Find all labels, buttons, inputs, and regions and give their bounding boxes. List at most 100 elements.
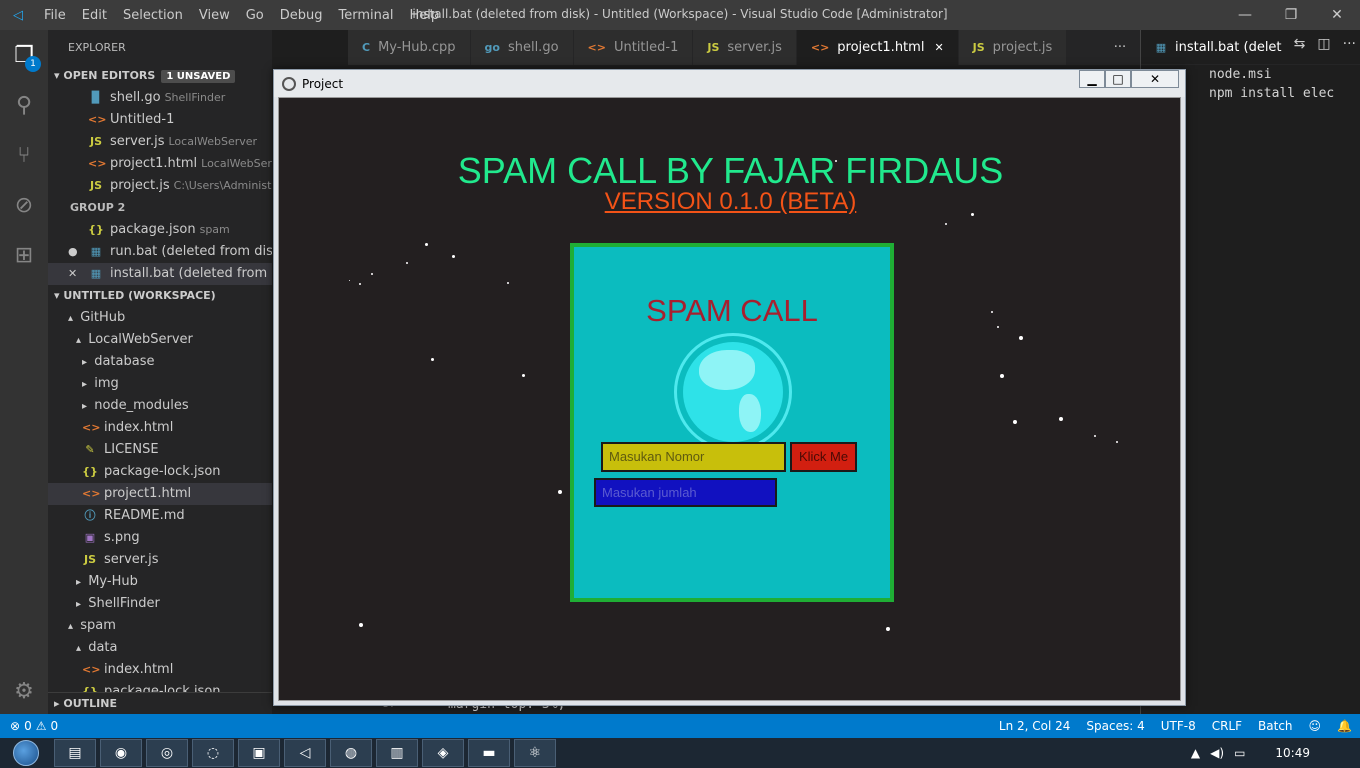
klick-me-button[interactable]: Klick Me [790,442,857,472]
app-icon-2[interactable]: ▣ [238,739,280,767]
tree-item[interactable]: ▸ My-Hub [48,571,272,593]
file-explorer-icon[interactable]: ▤ [54,739,96,767]
minimize-icon[interactable]: ▁ [1079,70,1105,88]
eol[interactable]: CRLF [1212,719,1242,733]
menu-item[interactable]: Debug [272,8,331,23]
file-bat-icon: ▦ [90,267,102,280]
feedback-icon[interactable]: ☺ [1309,719,1322,733]
minimize-icon[interactable]: — [1222,0,1268,30]
menu-item[interactable]: Go [238,8,272,23]
tree-item[interactable]: <> index.html [48,417,272,439]
maximize-icon[interactable]: □ [1105,70,1131,88]
volume-icon[interactable]: ◀) [1210,746,1224,760]
tree-item[interactable]: ▸ database [48,351,272,373]
indentation[interactable]: Spaces: 4 [1086,719,1144,733]
close-icon[interactable]: ✕ [1131,70,1179,88]
file-row[interactable]: ▦run.bat (deleted from disk)sp● [48,241,272,263]
menu-item[interactable]: Selection [115,8,191,23]
file-row[interactable]: <>project1.htmlLocalWebServer [48,153,272,175]
vscode-taskbar-icon[interactable]: ◁ [284,739,326,767]
outline-header[interactable]: ▸ OUTLINE [48,692,272,714]
chrome-icon[interactable]: ◎ [146,739,188,767]
electron-icon[interactable]: ⚛ [514,739,556,767]
file-row[interactable]: JS project.jsC:\Users\Administrator [48,175,272,197]
menu-item[interactable]: Terminal [331,8,402,23]
error-icon: ⊗ [10,719,21,733]
file-row[interactable]: <> Untitled-1 [48,109,272,131]
source-control-icon[interactable]: ⑂ [0,130,48,180]
tree-item[interactable]: ▣ s.png [48,527,272,549]
tree-item[interactable]: ▸ ShellFinder [48,593,272,615]
file-tree: ▴ GitHub ▴ LocalWebServer ▸ database ▸ img ▸… [48,307,272,703]
cmd-icon[interactable]: ▬ [468,739,510,767]
file-row[interactable]: ▉ shell.go ShellFinder [48,87,272,109]
menu-item[interactable]: Help [401,8,447,23]
amount-input[interactable]: Masukan jumlah [594,478,777,507]
tree-item[interactable]: ▴ spam [48,615,272,637]
editor-tab[interactable]: C My-Hub.cpp [348,30,471,65]
encoding[interactable]: UTF-8 [1161,719,1196,733]
tree-item[interactable]: ▸ img [48,373,272,395]
tree-item-label: database [94,354,155,369]
more-icon[interactable]: ··· [1343,36,1356,52]
tree-item[interactable]: ▸ node_modules [48,395,272,417]
app-icon-1[interactable]: ◌ [192,739,234,767]
menu-item[interactable]: View [191,8,238,23]
app-icon-4[interactable]: ◈ [422,739,464,767]
group2-list: {} package.json spam ▦ run.bat (deleted from… [48,219,272,285]
version-link[interactable]: VERSION 0.1.0 (BETA) [279,188,1180,216]
file-row[interactable]: JS server.js LocalWebServer [48,131,272,153]
editor-tab[interactable]: <> Untitled-1 [573,30,694,65]
restore-icon[interactable]: ❐ [1268,0,1314,30]
tree-item[interactable]: ✎ LICENSE [48,439,272,461]
system-tray: ▲ ◀) ▭ 10:49 [1191,738,1360,768]
tree-item[interactable]: {} package-lock.json [48,461,272,483]
file-row[interactable]: {} package.json spam [48,219,272,241]
tree-item[interactable]: <> index.html [48,659,272,681]
tree-item[interactable]: ▴ LocalWebServer [48,329,272,351]
tree-item[interactable]: ▴ GitHub [48,307,272,329]
search-icon[interactable]: ⚲ [0,80,48,130]
menu-item[interactable]: Edit [74,8,115,23]
open-editors-header[interactable]: ▾ OPEN EDITORS 1 UNSAVED [48,65,272,87]
debug-icon[interactable]: ⊘ [0,180,48,230]
menu-item[interactable]: File [36,8,74,23]
network-icon[interactable]: ▭ [1234,746,1245,760]
language-mode[interactable]: Batch [1258,719,1293,733]
extensions-icon[interactable]: ⊞ [0,230,48,280]
right-tab-actions: ⇆ ◫ ··· [1287,36,1356,52]
explorer-icon[interactable]: ❐ 1 [0,30,48,80]
editor-tab[interactable]: JS project.js [958,30,1068,65]
window-controls: — ❐ ✕ [1222,0,1360,30]
tab-close-icon[interactable]: ✕ [934,41,943,54]
number-input[interactable]: Masukan Nomor [601,442,786,472]
tree-item[interactable]: JS server.js [48,549,272,571]
notepad-icon[interactable]: ▥ [376,739,418,767]
cursor-position[interactable]: Ln 2, Col 24 [999,719,1071,733]
close-icon[interactable]: ✕ [68,263,77,285]
tree-item-label: node_modules [94,398,189,413]
start-button[interactable] [0,738,52,768]
more-actions-icon[interactable]: ··· [1100,30,1140,65]
project-window-titlebar[interactable]: Project ▁ □ ✕ [274,70,1185,97]
workspace-header[interactable]: ▾ UNTITLED (WORKSPACE) [48,285,272,307]
globe-icon [674,333,792,451]
tray-arrow-icon[interactable]: ▲ [1191,746,1200,760]
open-changes-icon[interactable]: ⇆ [1294,36,1306,52]
tree-item[interactable]: ⓘ README.md [48,505,272,527]
split-editor-icon[interactable]: ◫ [1317,36,1330,52]
explorer-title: EXPLORER [68,41,126,54]
firefox-icon[interactable]: ◉ [100,739,142,767]
problems-indicator[interactable]: ⊗ 0 ⚠ 0 [0,719,58,733]
editor-tab[interactable]: <> project1.html ✕ [796,30,959,65]
editor-tab[interactable]: go shell.go [470,30,574,65]
close-icon[interactable]: ✕ [1314,0,1360,30]
settings-gear-icon[interactable]: ⚙ [0,666,48,716]
tree-item[interactable]: ▴ data [48,637,272,659]
clock[interactable]: 10:49 [1275,746,1310,760]
tree-item[interactable]: <> project1.html [48,483,272,505]
app-icon-3[interactable]: ◍ [330,739,372,767]
notifications-icon[interactable]: 🔔 [1337,719,1352,733]
editor-tab[interactable]: JS server.js [693,30,797,65]
file-row[interactable]: ▦ install.bat (deleted from disk) ✕ [48,263,272,285]
